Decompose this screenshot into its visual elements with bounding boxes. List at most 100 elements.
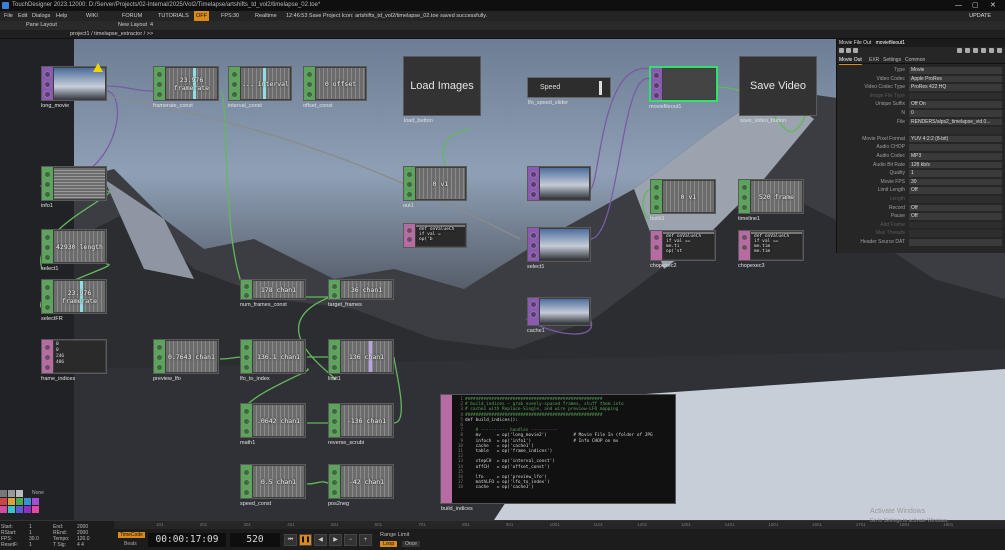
flag-icon[interactable] [44, 284, 51, 291]
flag-icon[interactable] [331, 344, 338, 351]
flag-icon[interactable] [156, 91, 163, 98]
flag-icon[interactable] [406, 191, 413, 198]
flag-icon[interactable] [653, 194, 660, 201]
flag-icon[interactable] [243, 479, 250, 486]
flag-icon[interactable] [243, 283, 250, 290]
loop-button[interactable]: Loop [380, 541, 398, 547]
flag-icon[interactable] [653, 82, 660, 89]
param-value[interactable]: 1 [909, 170, 1002, 177]
color-chip[interactable] [32, 506, 39, 513]
param-value[interactable] [909, 239, 1002, 246]
once-button[interactable]: Once [402, 541, 420, 547]
gear-icon[interactable] [981, 48, 986, 53]
flag-icon[interactable] [530, 301, 537, 308]
flag-icon[interactable] [231, 91, 238, 98]
param-value[interactable]: Off [909, 204, 1002, 212]
flag-icon[interactable] [156, 354, 163, 361]
param-value[interactable]: Off [909, 187, 1002, 194]
offset-const-node[interactable]: 0 offset offset_const [303, 66, 367, 110]
play-button[interactable]: ▶ [329, 534, 342, 546]
param-value[interactable]: 30 [909, 178, 1002, 186]
select-framerate-node[interactable]: 23.976 framerate selectFR [41, 279, 107, 323]
load-images-button[interactable]: Load Images load_button [403, 56, 481, 124]
flag-icon[interactable] [44, 254, 51, 261]
flag-icon[interactable] [44, 234, 51, 241]
step-back-button[interactable]: ◀ [314, 534, 327, 546]
warning-icon[interactable] [93, 63, 103, 72]
tab-common[interactable]: Common [905, 56, 925, 64]
edit-icon[interactable] [957, 48, 962, 53]
param-value[interactable]: Off [909, 213, 1002, 220]
tab-settings[interactable]: Settings [883, 56, 901, 64]
flag-icon[interactable] [44, 91, 51, 98]
color-chip[interactable] [0, 498, 7, 505]
param-value[interactable]: ProRes 422 HQ [909, 84, 1002, 91]
color-chip[interactable] [8, 490, 15, 497]
resetf-value[interactable]: 1 [29, 542, 32, 548]
speed-const-node[interactable]: 0.5 chan1 speed_const [240, 464, 306, 508]
select-length-node[interactable]: 42930 length select1 [41, 229, 107, 273]
menu-help[interactable]: Help [56, 11, 67, 21]
tab-exr[interactable]: EXR [869, 56, 879, 64]
expand-icon[interactable] [965, 48, 970, 53]
flag-icon[interactable] [156, 364, 163, 371]
flag-icon[interactable] [243, 469, 250, 476]
minimize-button[interactable]: — [955, 0, 962, 11]
flag-icon[interactable] [331, 479, 338, 486]
menu-dialogs[interactable]: Dialogs [32, 11, 50, 21]
select-top-node[interactable]: select1 [527, 227, 591, 271]
frame-number-field[interactable]: 520 [230, 533, 280, 547]
color-chip[interactable] [0, 490, 7, 497]
menu-file[interactable]: File [4, 11, 13, 21]
flag-icon[interactable] [331, 469, 338, 476]
flag-icon[interactable] [44, 344, 51, 351]
update-button[interactable]: UPDATE [969, 11, 991, 21]
maximize-button[interactable]: ▢ [972, 0, 979, 11]
color-chip[interactable] [24, 506, 31, 513]
flag-icon[interactable] [44, 71, 51, 78]
flag-icon[interactable] [243, 489, 250, 496]
save-video-button[interactable]: Save Video save_video_button [739, 56, 817, 124]
target-frames-node[interactable]: 36 chan1 target_frames [328, 279, 394, 309]
flag-icon[interactable] [44, 304, 51, 311]
pin-icon[interactable] [997, 48, 1002, 53]
flag-icon[interactable] [741, 204, 748, 211]
code-editor[interactable]: ########################################… [465, 397, 673, 491]
step-back-frame-button[interactable]: − [344, 534, 357, 546]
param-value[interactable]: Movie [909, 67, 1002, 74]
step-forward-frame-button[interactable]: + [359, 534, 372, 546]
flag-icon[interactable] [331, 364, 338, 371]
link-wiki[interactable]: WIKI [86, 11, 98, 21]
flag-icon[interactable] [243, 408, 250, 415]
flag-icon[interactable] [530, 181, 537, 188]
flag-icon[interactable] [306, 71, 313, 78]
chopexec3-node[interactable]: def onValueCh if val == me.tim me.tim ch… [738, 230, 804, 270]
flag-icon[interactable] [243, 364, 250, 371]
color-chip[interactable] [8, 506, 15, 513]
param-value[interactable]: RENDERS/alps2_timelapse_vid.0... [909, 118, 1002, 126]
param-value[interactable]: Off On [909, 101, 1002, 108]
flag-icon[interactable] [653, 244, 660, 251]
perform-toggle[interactable]: OFF [194, 11, 209, 21]
go-to-start-button[interactable]: ⏮ [284, 534, 297, 546]
param-value[interactable] [909, 92, 1002, 100]
flag-icon[interactable] [44, 191, 51, 198]
param-value[interactable] [909, 196, 1002, 203]
param-value[interactable]: YUV 4:2:2 (8-bit) [909, 135, 1002, 143]
color-chip[interactable] [0, 506, 7, 513]
info-icon[interactable] [853, 48, 858, 53]
color-chip[interactable] [24, 498, 31, 505]
movie-file-in-node[interactable]: long_movie [41, 63, 107, 110]
flag-icon[interactable] [306, 91, 313, 98]
link-forum[interactable]: FORUM [122, 11, 142, 21]
build-chop-node[interactable]: 0 v1 build1 [650, 179, 716, 223]
close-button[interactable]: ✕ [990, 0, 996, 11]
color-chip[interactable] [16, 506, 23, 513]
pane-layout-button[interactable]: Pane Layout [26, 21, 57, 30]
flag-icon[interactable] [530, 191, 537, 198]
limit-node[interactable]: 136 chan1 limit1 [328, 339, 394, 383]
param-value[interactable] [909, 230, 1002, 237]
flag-icon[interactable] [741, 184, 748, 191]
flag-icon[interactable] [331, 489, 338, 496]
flag-icon[interactable] [243, 428, 250, 435]
